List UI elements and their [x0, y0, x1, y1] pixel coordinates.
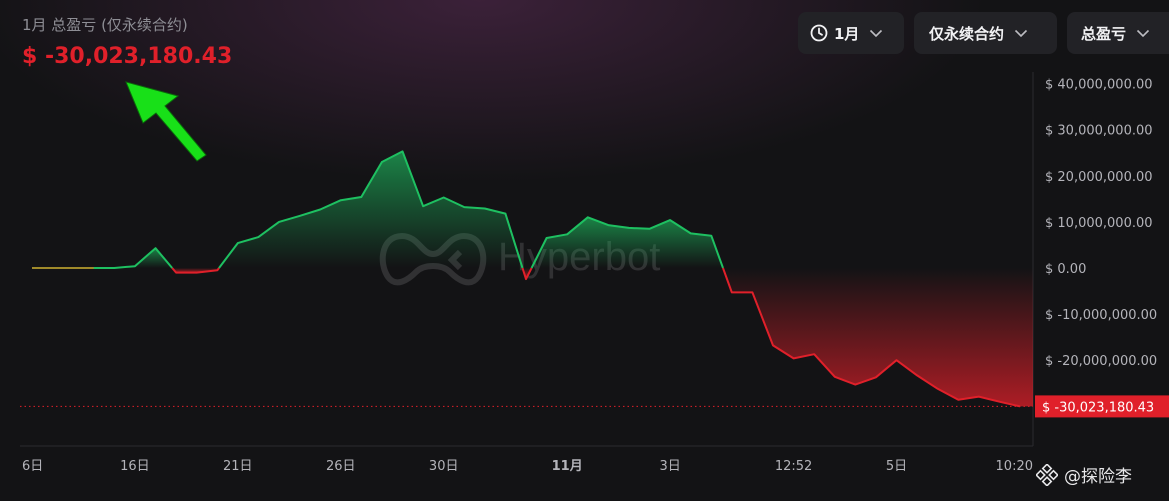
x-tick-label: 6日	[22, 459, 43, 474]
x-tick-label: 16日	[120, 459, 150, 474]
x-tick-label: 5日	[886, 459, 907, 474]
y-tick-label: $ 10,000,000.00	[1045, 216, 1153, 231]
x-tick-label: 30日	[429, 459, 459, 474]
last-value-label: $ -30,023,180.43	[1042, 400, 1154, 415]
pnl-chart: $ 40,000,000.00 $ 30,000,000.00 $ 20,000,0…	[20, 72, 1169, 474]
author-watermark: @探险李	[1036, 462, 1132, 487]
y-tick-label: $ 20,000,000.00	[1045, 170, 1153, 185]
profit-area-2	[219, 151, 523, 268]
arrow-annotation	[125, 81, 207, 162]
loss-area-5	[723, 268, 1020, 407]
y-tick-label: $ 0.00	[1045, 262, 1086, 277]
x-tick-label: 11月	[552, 459, 583, 474]
y-tick-label: $ 40,000,000.00	[1045, 78, 1153, 93]
x-tick-label: 10:20	[996, 459, 1033, 474]
y-tick-label: $ -20,000,000.00	[1045, 354, 1157, 369]
profit-area-4	[531, 217, 723, 268]
author-handle: @探险李	[1064, 467, 1132, 487]
y-tick-label: $ 30,000,000.00	[1045, 124, 1153, 139]
x-tick-label: 12:52	[775, 459, 812, 474]
x-tick-label: 21日	[223, 459, 253, 474]
loss-area-tail	[1020, 268, 1033, 407]
x-tick-label: 26日	[326, 459, 356, 474]
y-tick-label: $ -10,000,000.00	[1045, 308, 1157, 323]
x-tick-label: 3日	[659, 459, 680, 474]
binance-logo-icon	[1036, 463, 1058, 486]
